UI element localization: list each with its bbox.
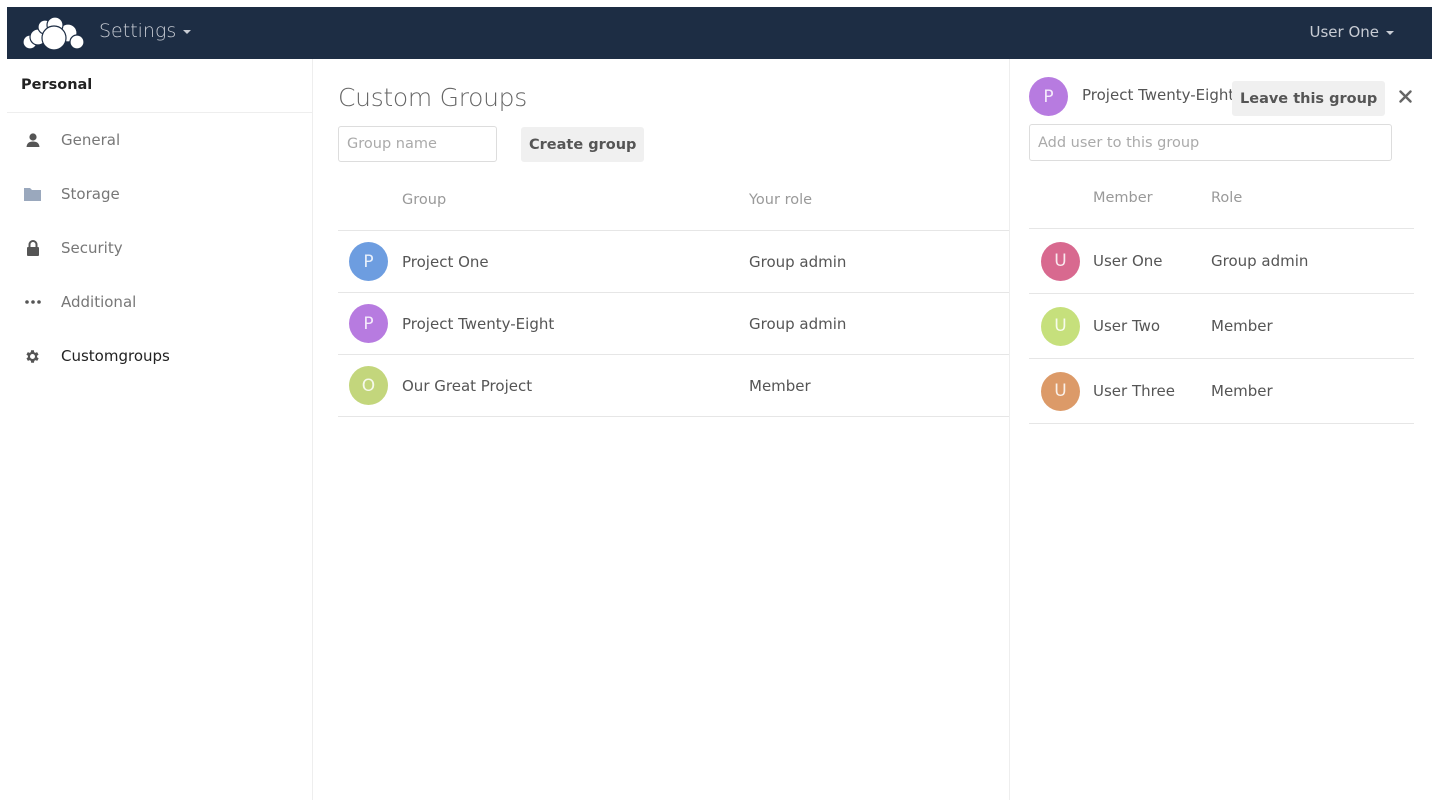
sidebar-item-general[interactable]: General <box>7 113 312 167</box>
sidebar-item-security[interactable]: Security <box>7 221 312 275</box>
settings-sidebar: Personal General Storage Security Additi… <box>7 59 313 800</box>
caret-down-icon <box>183 29 192 34</box>
sidebar-item-customgroups[interactable]: Customgroups <box>7 329 312 383</box>
owncloud-logo-icon[interactable] <box>21 15 87 51</box>
more-icon <box>24 294 41 311</box>
sidebar-item-label: Customgroups <box>61 347 170 365</box>
group-row[interactable]: O Our Great Project Member <box>338 355 1009 417</box>
folder-icon <box>24 186 41 203</box>
members-table-header: Member Role <box>1029 167 1414 229</box>
members-table: Member Role U User One Group admin U Use… <box>1029 167 1414 424</box>
member-name: User Two <box>1093 317 1161 335</box>
sidebar-section-personal: Personal <box>7 59 312 113</box>
group-avatar: O <box>349 366 388 405</box>
caret-down-icon <box>1386 30 1394 35</box>
group-avatar: P <box>349 304 388 343</box>
column-header-role: Role <box>1211 189 1243 206</box>
member-role: Member <box>1211 382 1273 400</box>
user-avatar: U <box>1041 306 1080 346</box>
member-name: User Three <box>1093 382 1175 400</box>
groups-table: Group Your role P Project One Group admi… <box>338 169 1009 417</box>
panel-group-title: Project Twenty-Eight <box>1082 86 1235 104</box>
member-role: Member <box>1211 317 1273 335</box>
top-header: Settings User One <box>7 7 1432 59</box>
sidebar-item-label: Security <box>61 239 123 257</box>
group-details-panel: P Project Twenty-Eight Leave this group … <box>1010 59 1439 800</box>
sidebar-item-storage[interactable]: Storage <box>7 167 312 221</box>
column-header-role: Your role <box>749 191 813 208</box>
group-name-input[interactable] <box>338 126 497 162</box>
group-name: Project One <box>402 252 489 271</box>
sidebar-item-label: Additional <box>61 293 137 311</box>
group-role: Group admin <box>749 252 847 271</box>
sidebar-item-label: General <box>61 131 121 149</box>
member-role: Group admin <box>1211 252 1309 270</box>
user-avatar: U <box>1041 241 1080 281</box>
lock-icon <box>24 240 41 257</box>
user-avatar: U <box>1041 371 1080 411</box>
gear-icon <box>24 348 41 365</box>
add-user-input[interactable] <box>1029 124 1392 161</box>
close-icon[interactable] <box>1395 86 1415 106</box>
group-avatar: P <box>1029 77 1068 116</box>
group-name: Project Twenty-Eight <box>402 314 555 333</box>
group-avatar: P <box>349 242 388 281</box>
app-title: Settings <box>99 20 177 42</box>
create-group-button[interactable]: Create group <box>521 127 645 162</box>
page-title: Custom Groups <box>338 83 527 112</box>
group-name: Our Great Project <box>402 376 533 395</box>
leave-group-button[interactable]: Leave this group <box>1232 81 1386 116</box>
sidebar-item-additional[interactable]: Additional <box>7 275 312 329</box>
user-name: User One <box>1309 23 1380 41</box>
custom-groups-main: Custom Groups Create group Group Your ro… <box>313 59 1010 800</box>
sidebar-item-label: Storage <box>61 185 120 203</box>
group-role: Group admin <box>749 314 847 333</box>
group-role: Member <box>749 376 811 395</box>
member-row[interactable]: U User One Group admin <box>1029 229 1414 294</box>
groups-table-header: Group Your role <box>338 169 1009 231</box>
app-menu-button[interactable]: Settings <box>99 20 192 42</box>
group-row[interactable]: P Project One Group admin <box>338 231 1009 293</box>
member-row[interactable]: U User Three Member <box>1029 359 1414 424</box>
column-header-member: Member <box>1093 189 1153 206</box>
member-row[interactable]: U User Two Member <box>1029 294 1414 359</box>
user-menu-button[interactable]: User One <box>1309 23 1394 41</box>
member-name: User One <box>1093 252 1163 270</box>
column-header-group: Group <box>402 191 447 208</box>
user-icon <box>24 132 41 149</box>
group-row[interactable]: P Project Twenty-Eight Group admin <box>338 293 1009 355</box>
